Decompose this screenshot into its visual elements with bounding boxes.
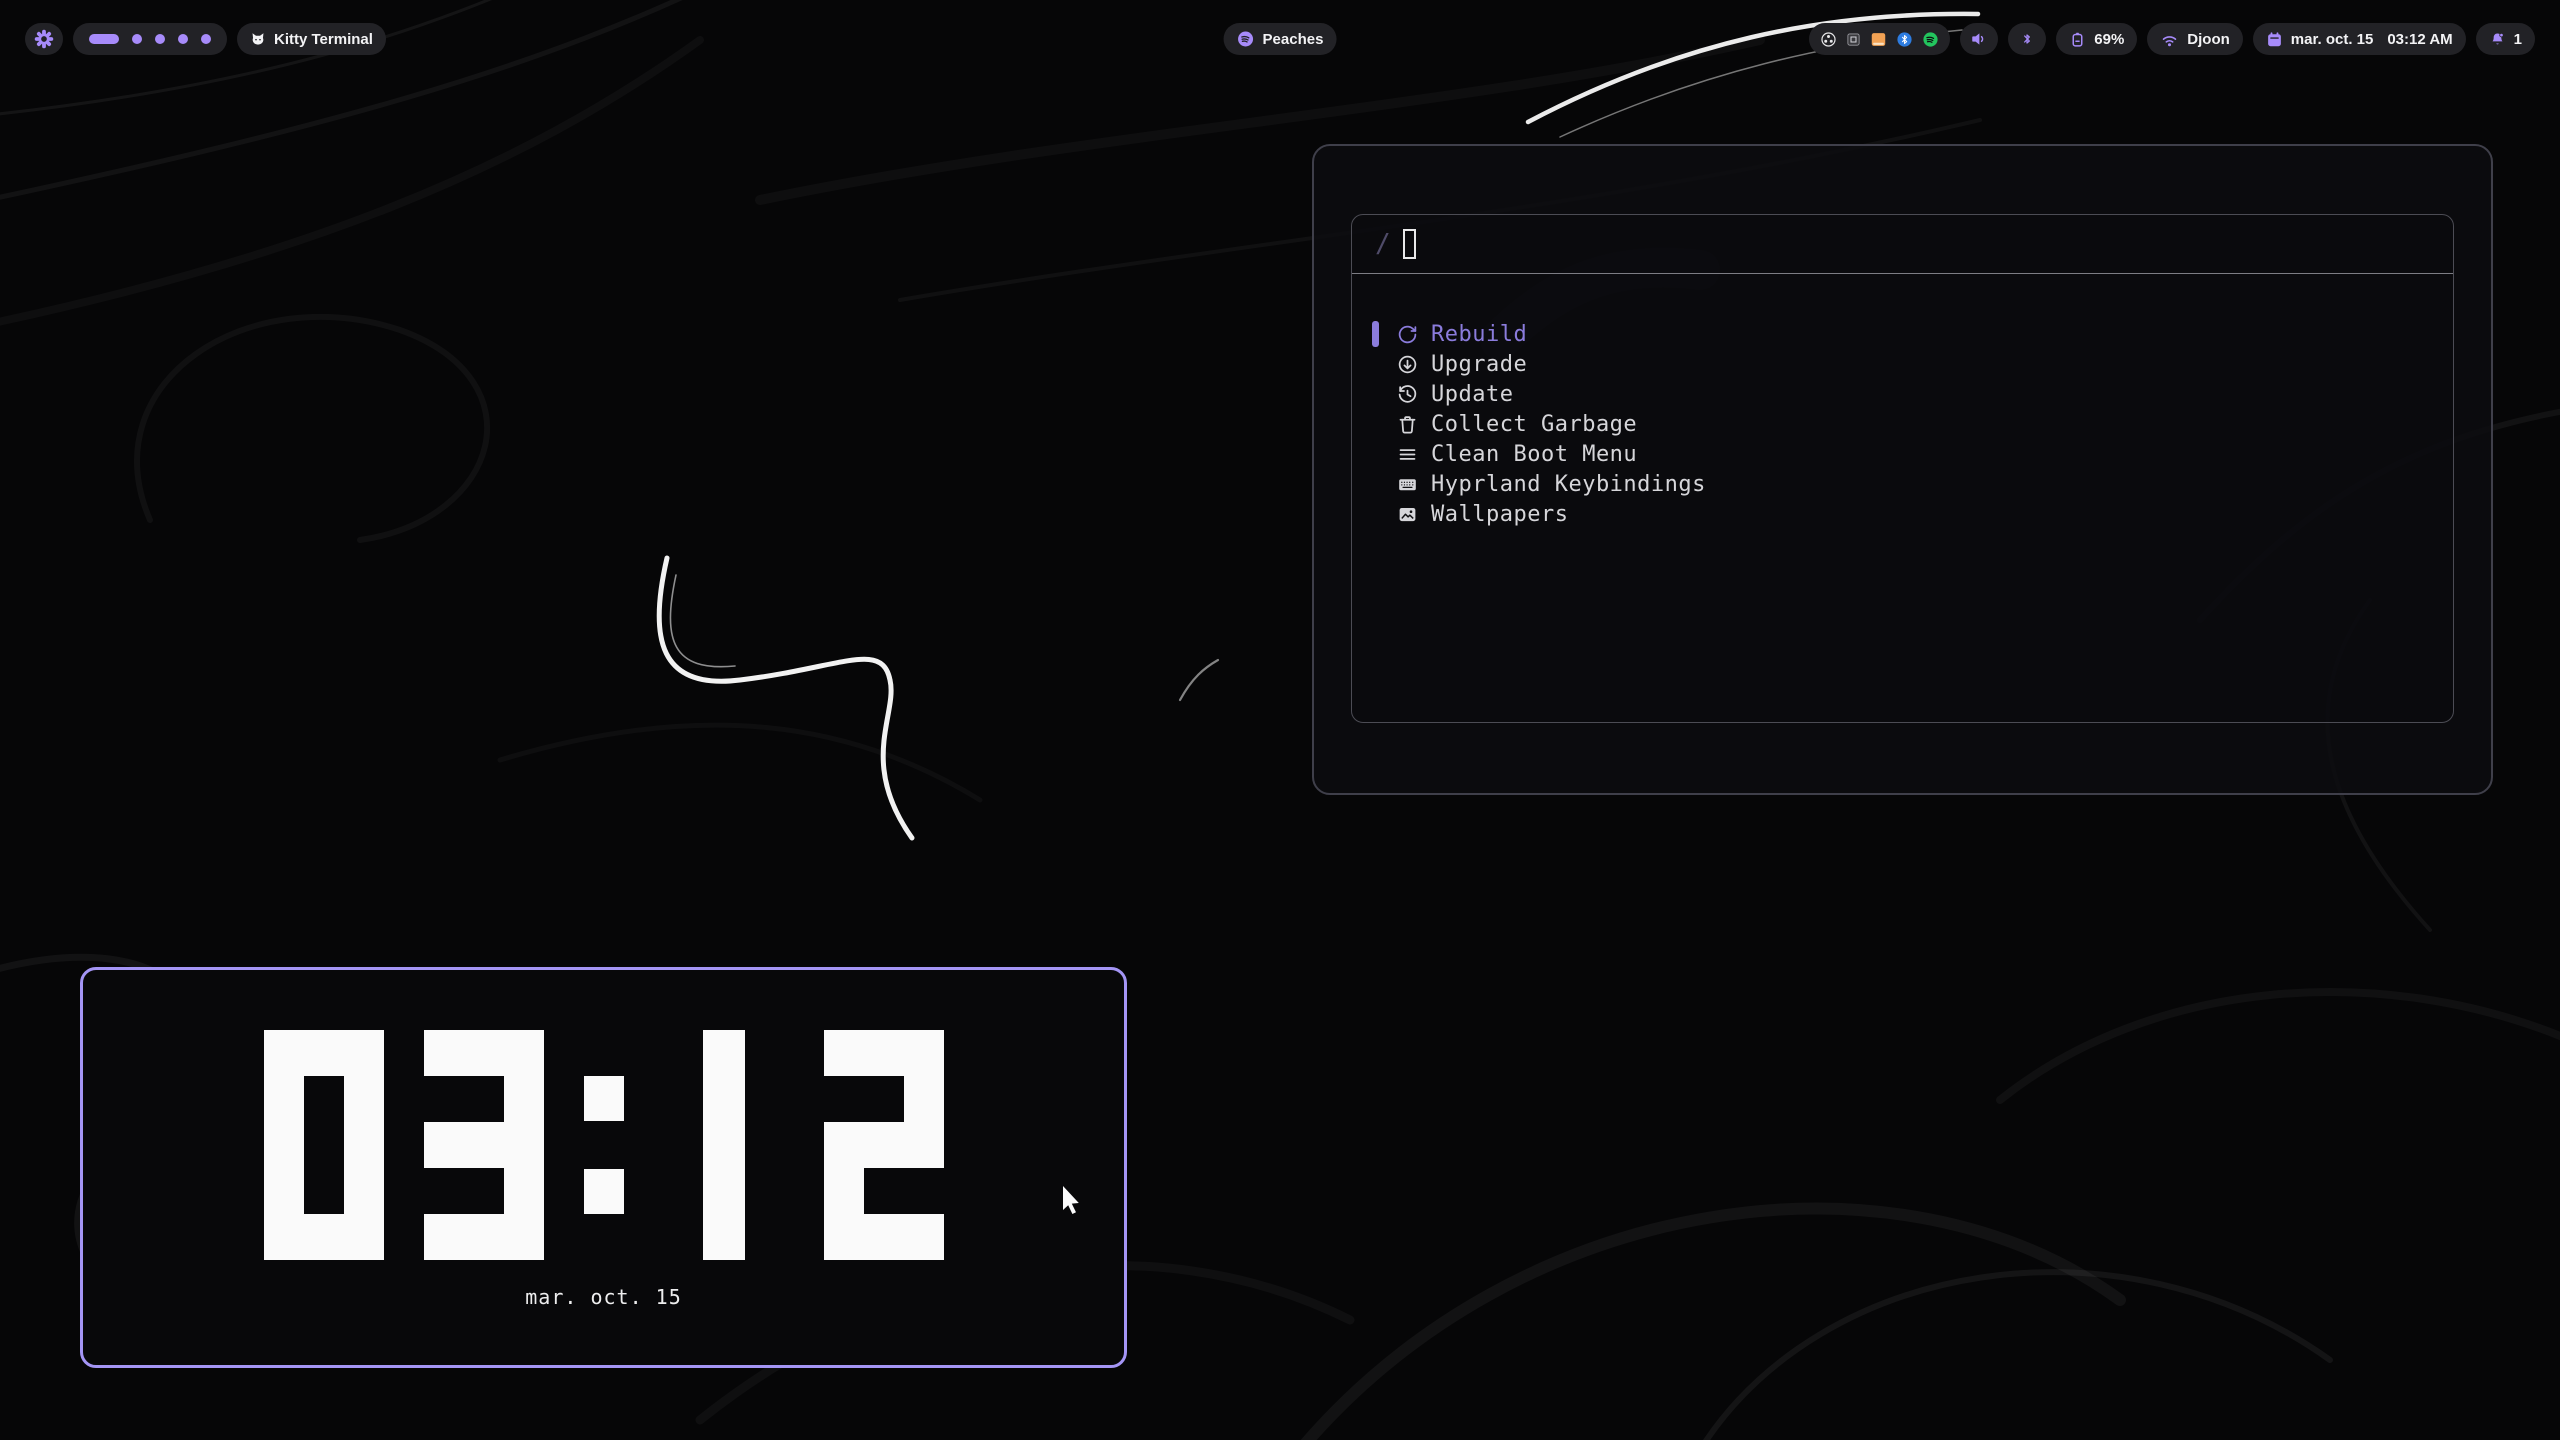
keyboard-icon [1397,474,1418,495]
aperture-tray-icon[interactable] [1820,31,1837,48]
menu-item-rebuild[interactable]: Rebuild [1352,319,2453,349]
menu-item-label: Clean Boot Menu [1431,442,1637,467]
wifi-icon [2160,30,2179,49]
rotate-cw-icon [1397,324,1418,345]
spotify-green-tray-icon[interactable] [1922,31,1939,48]
clock-time-display [83,1030,1124,1260]
topbar-right-group: 69% Djoon [1809,23,2535,55]
menu-item-label: Hyprland Keybindings [1431,472,1706,497]
update-clock-icon [1397,384,1418,405]
spotify-icon [1237,30,1255,48]
menu-item-wallpapers[interactable]: Wallpapers [1352,499,2453,529]
date-label: mar. oct. 15 [2291,31,2374,48]
mouse-cursor [1062,1185,1080,1221]
bluetooth-button[interactable] [2008,23,2046,55]
bell-icon [2489,31,2506,48]
menu-item-update[interactable]: Update [1352,379,2453,409]
search-prompt: / [1375,229,1391,259]
menu-item-label: Wallpapers [1431,502,1568,527]
calendar-icon [2266,31,2283,48]
image-icon [1397,504,1418,525]
menu-item-upgrade[interactable]: Upgrade [1352,349,2453,379]
gear-flower-icon [34,29,54,49]
notifications-pill[interactable]: 1 [2476,23,2535,55]
menu-item-label: Upgrade [1431,352,1527,377]
workspace-2[interactable] [132,34,142,44]
topbar-left-group: Kitty Terminal [25,23,386,55]
search-input[interactable]: / [1352,215,2453,274]
battery-pill[interactable]: 69% [2056,23,2137,55]
cat-icon [250,31,266,47]
system-tray [1809,23,1950,55]
media-track-title: Peaches [1263,31,1324,48]
network-pill[interactable]: Djoon [2147,23,2243,55]
datetime-pill[interactable]: mar. oct. 15 03:12 AM [2253,23,2466,55]
text-cursor [1403,229,1416,259]
launcher-box: / Rebuild Upgrade Update Collect Garbage Cle… [1351,214,2454,723]
trash-icon [1397,414,1418,435]
menu-item-hyprland-keybindings[interactable]: Hyprland Keybindings [1352,469,2453,499]
menu-lines-icon [1397,444,1418,465]
workspace-5[interactable] [201,34,211,44]
bluetooth-icon [2019,31,2035,47]
launcher-panel: / Rebuild Upgrade Update Collect Garbage Cle… [1312,144,2493,795]
launcher-menu-list: Rebuild Upgrade Update Collect Garbage Clean… [1352,274,2453,529]
media-player-pill[interactable]: Peaches [1224,23,1337,55]
workspace-3[interactable] [155,34,165,44]
orange-folder-tray-icon[interactable] [1870,31,1887,48]
menu-item-collect-garbage[interactable]: Collect Garbage [1352,409,2453,439]
clock-widget[interactable]: mar. oct. 15 [80,967,1127,1368]
selection-indicator [1372,321,1379,347]
speaker-icon [1970,30,1988,48]
workspaces-indicator[interactable] [73,23,227,55]
workspace-4[interactable] [178,34,188,44]
time-label: 03:12 AM [2387,31,2452,48]
menu-item-label: Update [1431,382,1513,407]
clock-date: mar. oct. 15 [83,1285,1124,1309]
battery-percent: 69% [2094,31,2124,48]
notification-count: 1 [2514,31,2522,48]
focused-window-title: Kitty Terminal [274,31,373,48]
battery-icon [2069,31,2086,48]
ksquare-tray-icon[interactable] [1846,32,1861,47]
menu-item-label: Collect Garbage [1431,412,1637,437]
volume-button[interactable] [1960,23,1998,55]
menu-item-label: Rebuild [1431,322,1527,347]
launcher-button[interactable] [25,23,63,55]
workspace-1-active[interactable] [89,34,119,44]
arrow-down-circle-icon [1397,354,1418,375]
menu-item-clean-boot-menu[interactable]: Clean Boot Menu [1352,439,2453,469]
network-name: Djoon [2187,31,2230,48]
bluetooth-blue-tray-icon[interactable] [1896,31,1913,48]
focused-window-pill[interactable]: Kitty Terminal [237,23,386,55]
